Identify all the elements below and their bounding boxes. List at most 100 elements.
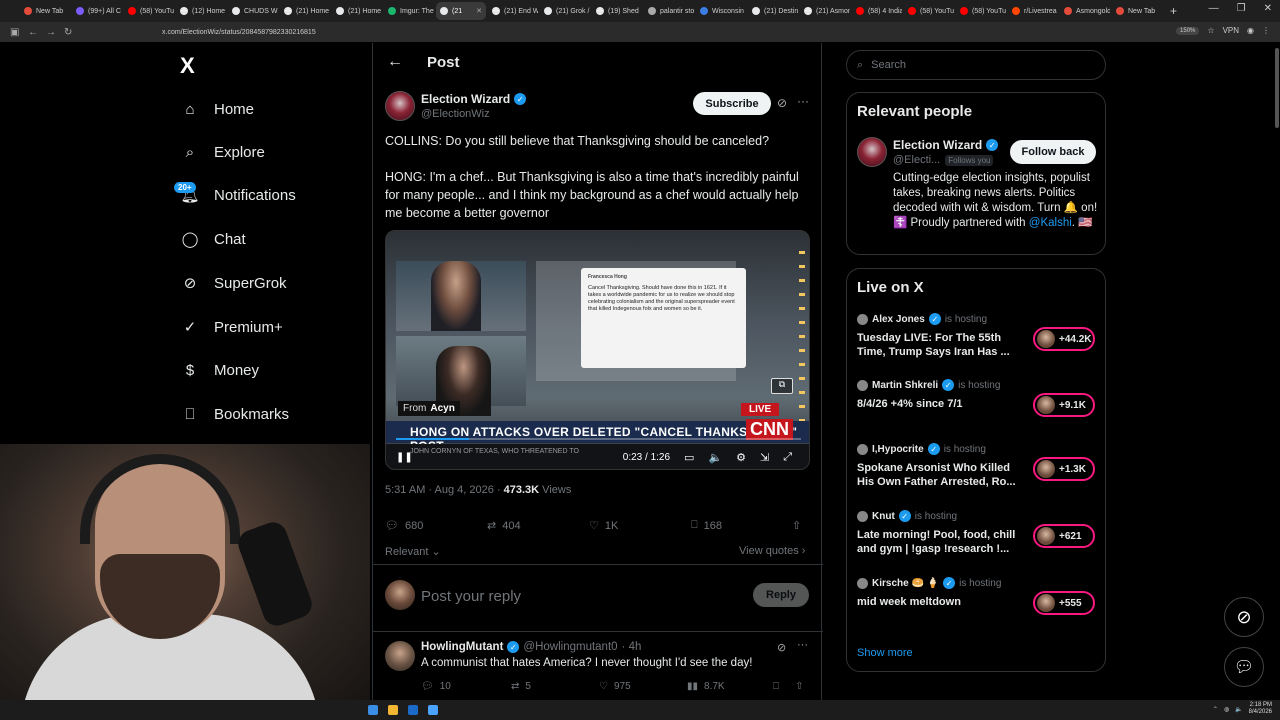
- browser-tab[interactable]: (21 ✕: [436, 2, 486, 20]
- live-listener-pill[interactable]: +621: [1033, 524, 1095, 548]
- network-icon[interactable]: ◍: [1224, 706, 1229, 713]
- show-more-link[interactable]: Show more: [857, 647, 913, 659]
- profile-icon[interactable]: ◉: [1247, 26, 1254, 35]
- views-action[interactable]: ▮▮ 8.7K: [687, 681, 725, 692]
- relevant-person-avatar[interactable]: [857, 137, 887, 167]
- browser-tab[interactable]: (21) Destin: [748, 2, 798, 20]
- steam-icon[interactable]: [408, 705, 418, 715]
- relevant-person-name[interactable]: Election Wizard ✓: [893, 138, 999, 152]
- my-avatar[interactable]: [385, 580, 415, 610]
- browser-tab[interactable]: (99+) All C: [72, 2, 122, 20]
- url-field[interactable]: x.com/ElectionWiz/status/208458798233021…: [162, 29, 316, 36]
- reply-author-name[interactable]: HowlingMutant: [421, 641, 503, 653]
- file-explorer-icon[interactable]: [388, 705, 398, 715]
- live-item[interactable]: Alex Jones ✓ is hosting Tuesday LIVE: For T…: [857, 313, 1097, 363]
- repost-action[interactable]: ⇄ 5: [511, 681, 531, 692]
- live-item[interactable]: Kirsche 🥯 🍦 ✓ is hosting mid week meltdown +…: [857, 577, 1097, 627]
- browser-tab[interactable]: (58) 4 India: [852, 2, 902, 20]
- nav-item-notifications[interactable]: 🔔︎ Notifications: [180, 182, 295, 208]
- restore-icon[interactable]: ❐: [1237, 3, 1246, 14]
- captions-icon[interactable]: ▭: [684, 451, 694, 464]
- sidebar-toggle-icon[interactable]: ▣: [10, 27, 19, 38]
- reply-input[interactable]: [421, 585, 721, 607]
- live-listener-pill[interactable]: +9.1K: [1033, 393, 1095, 417]
- browser-tab[interactable]: Imgur: The: [384, 2, 434, 20]
- live-listener-pill[interactable]: +44.2K: [1033, 327, 1095, 351]
- vpn-badge[interactable]: VPN: [1223, 26, 1239, 35]
- live-listener-pill[interactable]: +1.3K: [1033, 457, 1095, 481]
- share-action[interactable]: ⇧: [795, 681, 803, 692]
- zoom-badge[interactable]: 150%: [1176, 26, 1200, 35]
- bio-link[interactable]: @Kalshi: [1029, 217, 1072, 229]
- author-avatar[interactable]: [385, 91, 415, 121]
- grok-icon[interactable]: ⊘: [777, 641, 786, 654]
- messages-floating-icon[interactable]: 💬︎: [1224, 647, 1264, 687]
- browser-tab[interactable]: (21) Home: [332, 2, 382, 20]
- bookmark-action[interactable]: ⎕: [773, 681, 779, 692]
- browser-tab[interactable]: (58) YouTu: [904, 2, 954, 20]
- extensions-icon[interactable]: ⋮: [1262, 26, 1270, 35]
- browser-tab[interactable]: Wisconsin: [696, 2, 746, 20]
- live-item[interactable]: Knut ✓ is hosting Late morning! Pool, food,…: [857, 510, 1097, 560]
- view-quotes-link[interactable]: View quotes ›: [739, 545, 805, 557]
- video-progress-bar[interactable]: [396, 438, 801, 440]
- minimize-icon[interactable]: —: [1209, 3, 1219, 14]
- volume-tray-icon[interactable]: 🔈: [1235, 706, 1242, 713]
- repost-action[interactable]: ⇄ 404: [487, 519, 521, 533]
- reply-button[interactable]: Reply: [753, 583, 809, 607]
- new-tab-icon[interactable]: +: [1170, 4, 1177, 18]
- browser-tab[interactable]: (21) End W: [488, 2, 538, 20]
- live-item[interactable]: Martin Shkreli ✓ is hosting 8/4/26 +4% sinc…: [857, 379, 1097, 429]
- browser-tab[interactable]: r/Livestrea: [1008, 2, 1058, 20]
- browser-tab[interactable]: (21) Grok /: [540, 2, 590, 20]
- x-logo[interactable]: X: [180, 53, 195, 79]
- search-input[interactable]: [871, 59, 1072, 71]
- tray-chevron-icon[interactable]: ⌃: [1213, 706, 1218, 713]
- reply-author-avatar[interactable]: [385, 641, 415, 671]
- browser-tab[interactable]: New Tab: [20, 2, 70, 20]
- reply-action[interactable]: 💬︎ 10: [421, 681, 451, 692]
- nav-item-explore[interactable]: ⌕ Explore: [180, 139, 265, 165]
- browser-tab[interactable]: (58) YouTub: [124, 2, 174, 20]
- nav-item-home[interactable]: ⌂ Home: [180, 96, 254, 122]
- nav-item-premium[interactable]: ✓ Premium+: [180, 314, 283, 340]
- reply-sort-dropdown[interactable]: Relevant ⌄: [385, 545, 441, 558]
- browser-tab[interactable]: (12) Home: [176, 2, 226, 20]
- browser-tab[interactable]: (21) Asmon: [800, 2, 850, 20]
- reply-action[interactable]: 💬︎ 680: [385, 519, 423, 533]
- clock[interactable]: 2:18 PM 8/4/2026: [1249, 702, 1272, 716]
- like-action[interactable]: ♡ 1K: [589, 519, 618, 533]
- author-name[interactable]: Election Wizard ✓: [421, 92, 527, 106]
- page-scrollbar[interactable]: [1275, 48, 1279, 128]
- more-options-icon[interactable]: ···: [797, 639, 808, 651]
- share-action[interactable]: ⇧: [792, 519, 801, 532]
- picture-in-picture-icon[interactable]: ⧉: [771, 378, 793, 394]
- nav-item-money[interactable]: $ Money: [180, 357, 259, 383]
- follow-back-button[interactable]: Follow back: [1010, 140, 1096, 164]
- browser-tab[interactable]: CHUDS Wi: [228, 2, 278, 20]
- search-box[interactable]: ⌕: [846, 50, 1106, 80]
- bookmark-action[interactable]: ⎕ 168: [691, 519, 722, 532]
- grok-icon[interactable]: ⊘: [777, 96, 787, 110]
- pause-icon[interactable]: ❚❚: [396, 452, 413, 463]
- reload-icon[interactable]: ↻: [64, 27, 72, 38]
- back-arrow-icon[interactable]: ←: [387, 53, 403, 71]
- reply-age[interactable]: · 4h: [622, 641, 642, 653]
- grok-floating-icon[interactable]: ⊘: [1224, 597, 1264, 637]
- volume-icon[interactable]: 🔈: [708, 451, 722, 464]
- fullscreen-icon[interactable]: ⤢: [783, 451, 792, 464]
- video-attribution[interactable]: From Acyn: [398, 401, 460, 416]
- app-icon[interactable]: [428, 705, 438, 715]
- nav-item-bookmarks[interactable]: ⎕ Bookmarks: [180, 401, 289, 427]
- video-player[interactable]: Francesca Hong Cancel Thanksgiving. Shou…: [385, 230, 810, 470]
- post-timestamp[interactable]: 5:31 AM · Aug 4, 2026 ·: [385, 484, 504, 496]
- relevant-person-handle[interactable]: @Electi... Follows you: [893, 154, 994, 166]
- browser-tab[interactable]: New Tab: [1112, 2, 1162, 20]
- nav-item-chat[interactable]: ◯ Chat: [180, 226, 246, 252]
- close-window-icon[interactable]: ✕: [1264, 3, 1272, 14]
- forward-nav-icon[interactable]: →: [46, 27, 56, 38]
- reply-author-handle[interactable]: @Howlingmutant0: [523, 641, 617, 653]
- start-icon[interactable]: [368, 705, 378, 715]
- live-listener-pill[interactable]: +555: [1033, 591, 1095, 615]
- more-options-icon[interactable]: ···: [797, 94, 809, 108]
